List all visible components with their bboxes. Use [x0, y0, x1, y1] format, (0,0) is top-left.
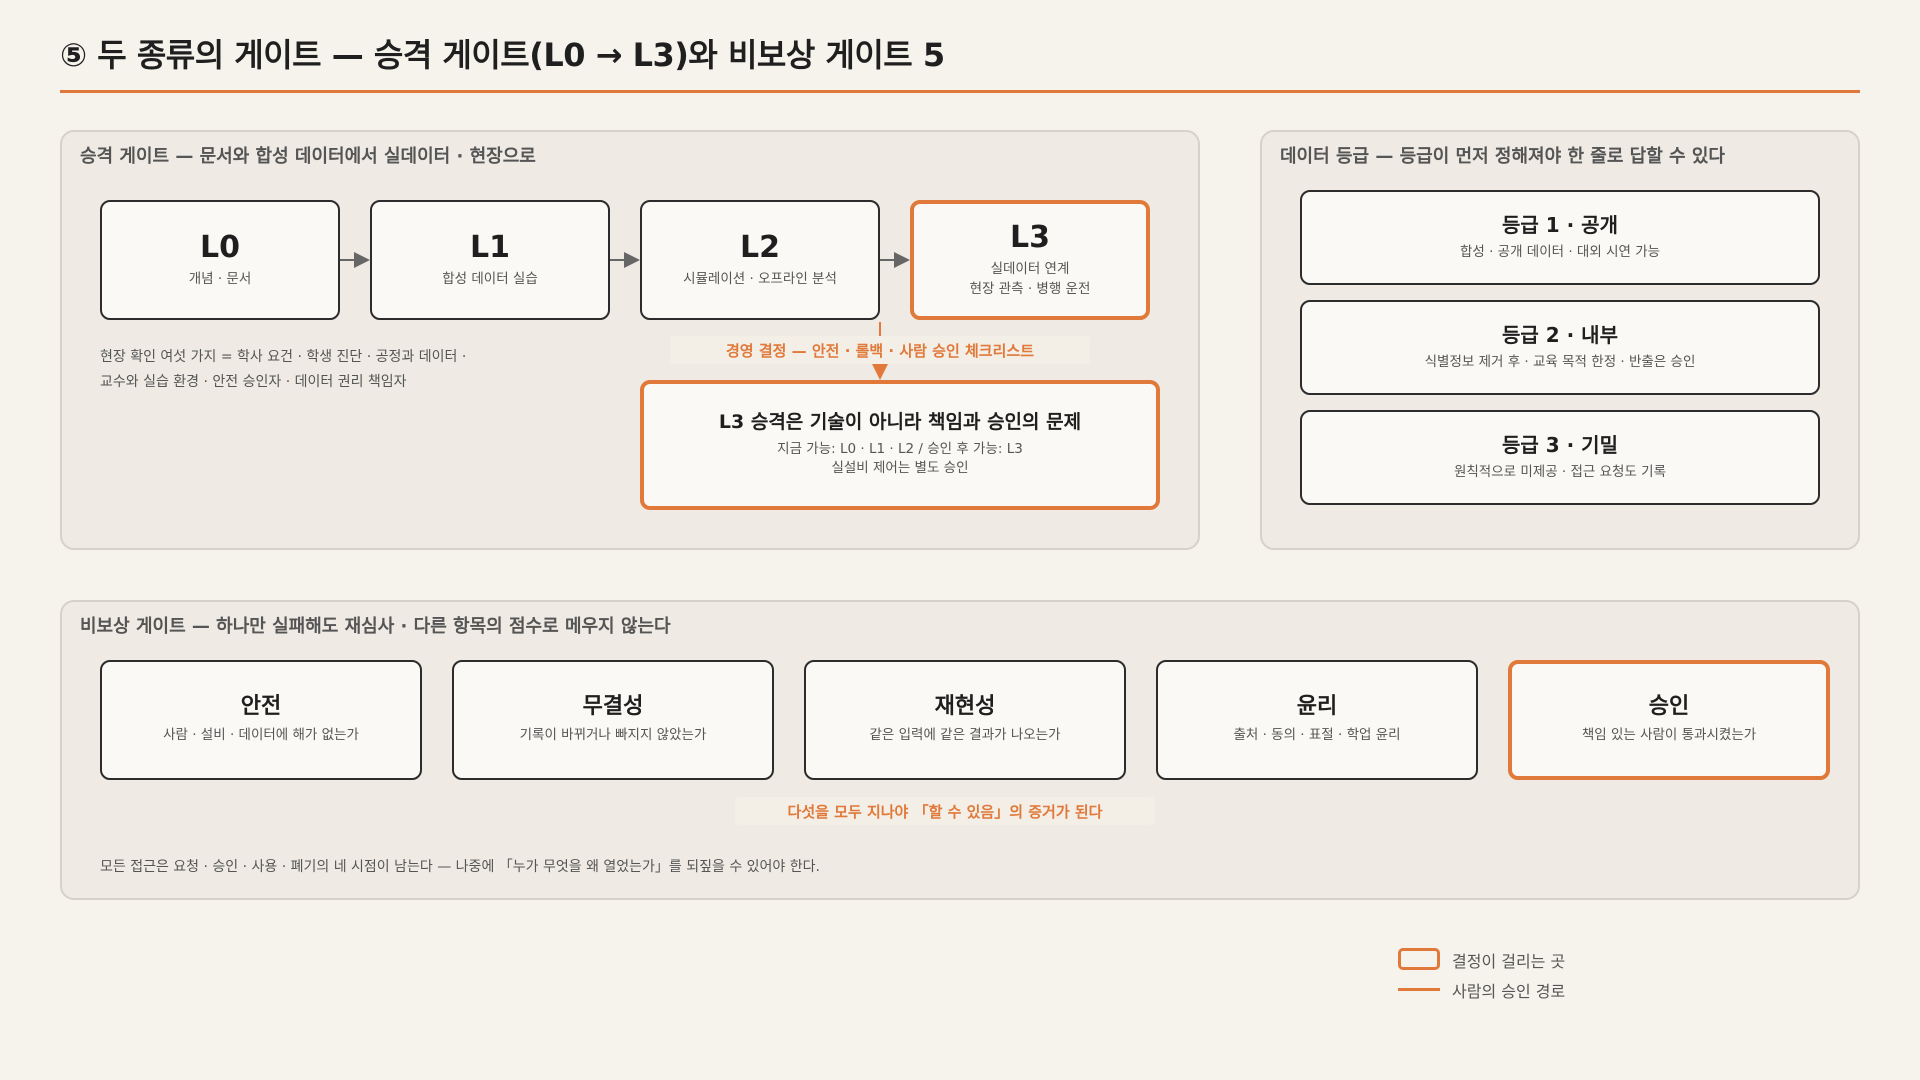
gate-title: 재현성: [934, 694, 996, 720]
grade-3-box: 등급 3 · 기밀 원칙적으로 미제공 · 접근 요청도 기록: [1300, 410, 1820, 505]
legend: 결정이 걸리는 곳 사람의 승인 경로: [1398, 945, 1658, 1005]
grade-desc: 원칙적으로 미제공 · 접근 요청도 기록: [1453, 463, 1667, 480]
gate-desc: 사람 · 설비 · 데이터에 해가 없는가: [163, 727, 359, 744]
l3-box-title: L3 승격은 기술이 아니라 책임과 승인의 문제: [718, 411, 1082, 434]
decision-tag: 경영 결정 — 안전 · 롤백 · 사람 승인 체크리스트: [670, 336, 1090, 364]
access-log-note: 모든 접근은 요청 · 승인 · 사용 · 폐기의 네 시점이 남는다 — 나중…: [100, 859, 820, 875]
legend-approval-swatch: [1398, 988, 1440, 991]
gate-desc: 출처 · 동의 · 표절 · 학업 윤리: [1233, 727, 1401, 744]
gate-title: 윤리: [1296, 694, 1338, 720]
grade-2-box: 등급 2 · 내부 식별정보 제거 후 · 교육 목적 한정 · 반출은 승인: [1300, 300, 1820, 395]
gate-title: 승인: [1648, 694, 1690, 720]
grade-desc: 합성 · 공개 데이터 · 대외 시연 가능: [1459, 243, 1661, 260]
noncomp-panel-title: 비보상 게이트 — 하나만 실패해도 재심사 · 다른 항목의 점수로 메우지 …: [80, 616, 671, 637]
gate-desc: 같은 입력에 같은 결과가 나오는가: [869, 727, 1061, 744]
legend-decision-label: 결정이 걸리는 곳: [1452, 952, 1566, 971]
legend-approval-label: 사람의 승인 경로: [1452, 982, 1566, 1001]
field-note-line1: 현장 확인 여섯 가지 = 학사 요건 · 학생 진단 · 공정과 데이터 ·: [100, 349, 467, 365]
gate-title: 안전: [240, 694, 282, 720]
l3-box-line2: 실설비 제어는 별도 승인: [831, 460, 969, 477]
l3-box-line1: 지금 가능: L0 · L1 · L2 / 승인 후 가능: L3: [777, 440, 1023, 457]
legend-decision-swatch: [1398, 948, 1440, 970]
gate-reproducibility-box: 재현성 같은 입력에 같은 결과가 나오는가: [804, 660, 1126, 780]
l3-box-desc: 지금 가능: L0 · L1 · L2 / 승인 후 가능: L3 실설비 제어…: [777, 440, 1023, 479]
field-check-note: 현장 확인 여섯 가지 = 학사 요건 · 학생 진단 · 공정과 데이터 · …: [100, 345, 466, 394]
gate-desc: 기록이 바뀌거나 빠지지 않았는가: [519, 727, 707, 744]
grade-title: 등급 2 · 내부: [1501, 322, 1618, 347]
grade-panel-title: 데이터 등급 — 등급이 먼저 정해져야 한 줄로 답할 수 있다: [1280, 146, 1725, 167]
gate-approval-box: 승인 책임 있는 사람이 통과시켰는가: [1508, 660, 1830, 780]
gate-safety-box: 안전 사람 · 설비 · 데이터에 해가 없는가: [100, 660, 422, 780]
grade-title: 등급 3 · 기밀: [1501, 432, 1618, 457]
gate-title: 무결성: [582, 694, 644, 720]
grade-desc: 식별정보 제거 후 · 교육 목적 한정 · 반출은 승인: [1424, 353, 1696, 370]
gate-ethics-box: 윤리 출처 · 동의 · 표절 · 학업 윤리: [1156, 660, 1478, 780]
field-note-line2: 교수와 실습 환경 · 안전 승인자 · 데이터 권리 책임자: [100, 373, 407, 390]
l3-responsibility-box: L3 승격은 기술이 아니라 책임과 승인의 문제 지금 가능: L0 · L1…: [640, 380, 1160, 510]
gate-integrity-box: 무결성 기록이 바뀌거나 빠지지 않았는가: [452, 660, 774, 780]
gate-desc: 책임 있는 사람이 통과시켰는가: [1581, 727, 1757, 744]
grade-title: 등급 1 · 공개: [1501, 212, 1618, 237]
grade-1-box: 등급 1 · 공개 합성 · 공개 데이터 · 대외 시연 가능: [1300, 190, 1820, 285]
flow-tag: 다섯을 모두 지나야 「할 수 있음」의 증거가 된다: [735, 797, 1155, 825]
